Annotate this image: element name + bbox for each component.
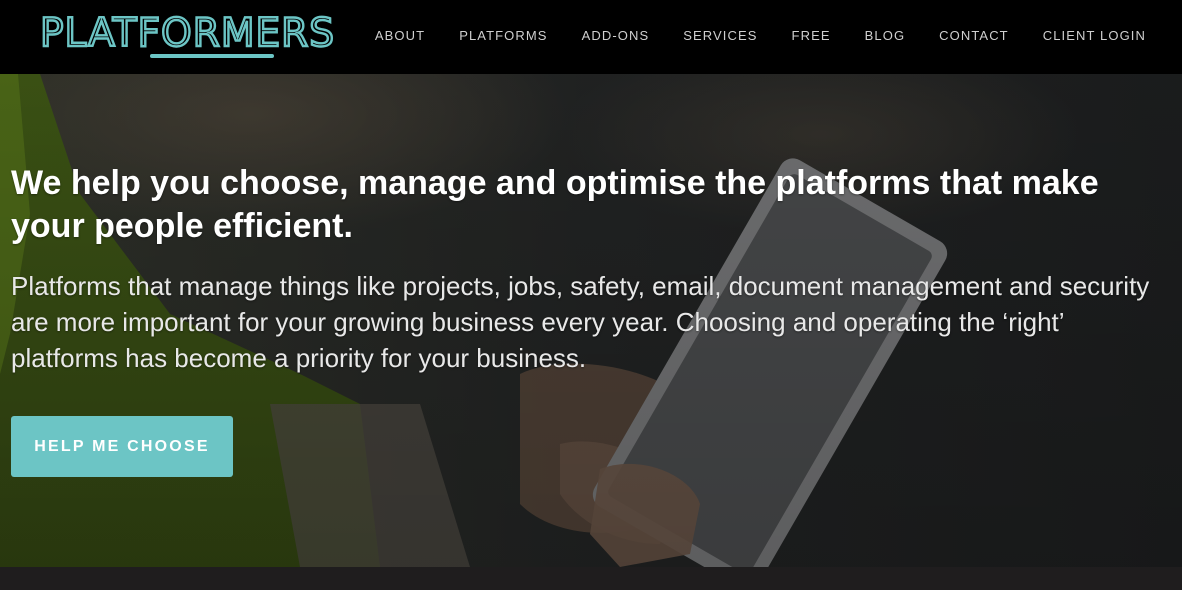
next-section-edge xyxy=(0,567,1182,590)
nav-about[interactable]: ABOUT xyxy=(375,28,425,43)
nav-platforms[interactable]: PLATFORMS xyxy=(459,28,547,43)
hero-section: We help you choose, manage and optimise … xyxy=(0,74,1182,567)
nav-client-login[interactable]: CLIENT LOGIN xyxy=(1043,28,1146,43)
platformers-logo[interactable]: PLATFORMERS xyxy=(38,8,362,62)
nav-services[interactable]: SERVICES xyxy=(683,28,757,43)
nav-blog[interactable]: BLOG xyxy=(865,28,906,43)
hero-headline: We help you choose, manage and optimise … xyxy=(11,164,1099,245)
nav-add-ons[interactable]: ADD-ONS xyxy=(582,28,650,43)
main-nav: ABOUT PLATFORMS ADD-ONS SERVICES FREE BL… xyxy=(341,0,1146,70)
svg-text:PLATFORMERS: PLATFORMERS xyxy=(40,11,335,56)
nav-free[interactable]: FREE xyxy=(792,28,831,43)
site-header: PLATFORMERS ABOUT PLATFORMS ADD-ONS SERV… xyxy=(0,0,1182,74)
nav-contact[interactable]: CONTACT xyxy=(939,28,1009,43)
help-me-choose-button[interactable]: HELP ME CHOOSE xyxy=(11,416,233,477)
hero-subtext: Platforms that manage things like projec… xyxy=(11,271,1150,373)
